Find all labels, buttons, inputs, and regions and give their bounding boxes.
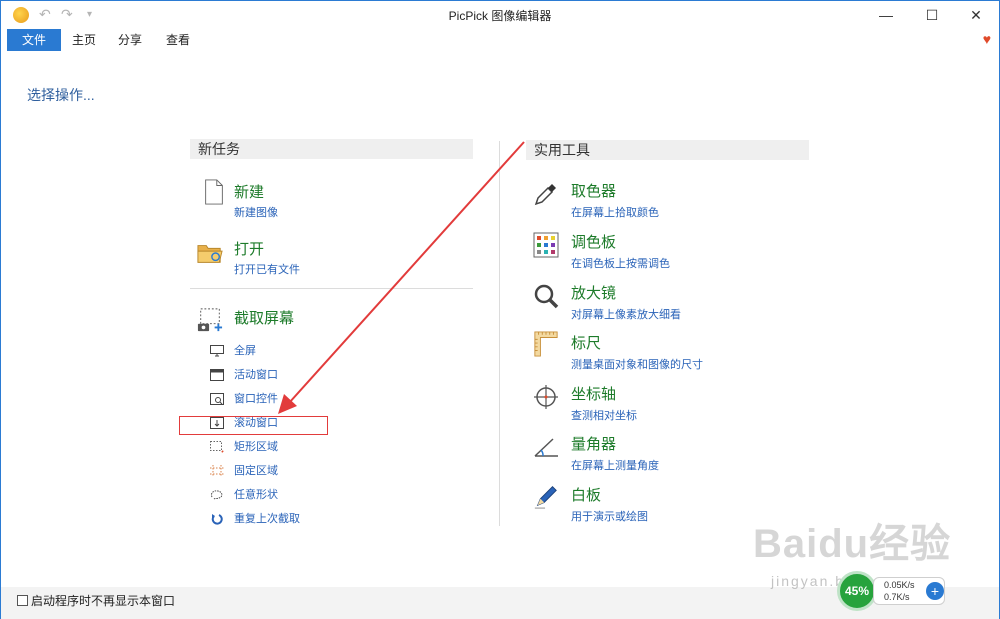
watermark-logo: Baidu经验 [753,522,952,566]
upload-speed: 0.05K/s [884,580,915,590]
network-monitor-widget[interactable]: 45% 0.05K/s 0.7K/s + [837,571,947,611]
network-speed-panel: 0.05K/s 0.7K/s + [873,577,945,605]
plus-icon[interactable]: + [926,582,944,600]
annotation-highlight-box [179,416,328,435]
dont-show-label[interactable]: 启动程序时不再显示本窗口 [31,592,175,609]
dont-show-checkbox[interactable] [17,595,28,606]
picpick-window: ↶ ↷ ▾ PicPick 图像编辑器 — ☐ ✕ 文件 主页 分享 查看 ♥ … [0,0,1000,619]
network-usage-gauge: 45% [837,571,877,611]
download-speed: 0.7K/s [884,592,910,602]
